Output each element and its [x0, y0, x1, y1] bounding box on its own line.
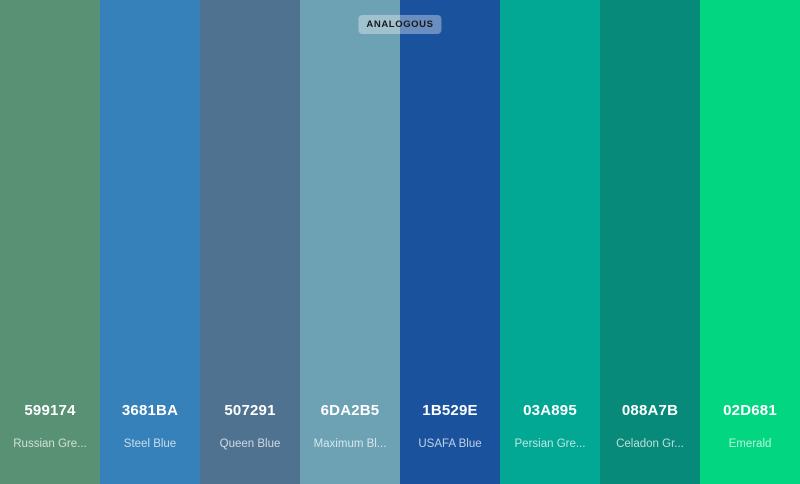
swatch-hex: 599174 — [24, 402, 76, 419]
swatch-hex: 1B529E — [422, 402, 478, 419]
swatch-name: Emerald — [728, 438, 772, 450]
swatch-name: Russian Gre... — [13, 438, 87, 450]
swatch-1[interactable]: 599174 Russian Gre... — [0, 0, 100, 484]
swatch-name: Steel Blue — [123, 438, 177, 450]
swatch-name: USAFA Blue — [418, 438, 482, 450]
swatch-name: Celadon Gr... — [616, 438, 684, 450]
swatch-7[interactable]: 088A7B Celadon Gr... — [600, 0, 700, 484]
swatch-5[interactable]: 1B529E USAFA Blue — [400, 0, 500, 484]
color-palette: ANALOGOUS 599174 Russian Gre... 3681BA S… — [0, 0, 800, 484]
swatch-name: Persian Gre... — [514, 438, 586, 450]
swatch-name: Maximum Bl... — [313, 438, 387, 450]
swatch-4[interactable]: 6DA2B5 Maximum Bl... — [300, 0, 400, 484]
swatch-8[interactable]: 02D681 Emerald — [700, 0, 800, 484]
swatch-hex: 6DA2B5 — [320, 402, 380, 419]
palette-type-badge: ANALOGOUS — [358, 15, 442, 34]
swatch-2[interactable]: 3681BA Steel Blue — [100, 0, 200, 484]
swatch-name: Queen Blue — [219, 438, 281, 450]
swatch-hex: 507291 — [224, 402, 276, 419]
swatch-hex: 3681BA — [121, 402, 179, 419]
swatch-hex: 03A895 — [523, 402, 577, 419]
swatch-3[interactable]: 507291 Queen Blue — [200, 0, 300, 484]
swatch-hex: 02D681 — [723, 402, 777, 419]
swatch-6[interactable]: 03A895 Persian Gre... — [500, 0, 600, 484]
swatch-hex: 088A7B — [621, 402, 679, 419]
